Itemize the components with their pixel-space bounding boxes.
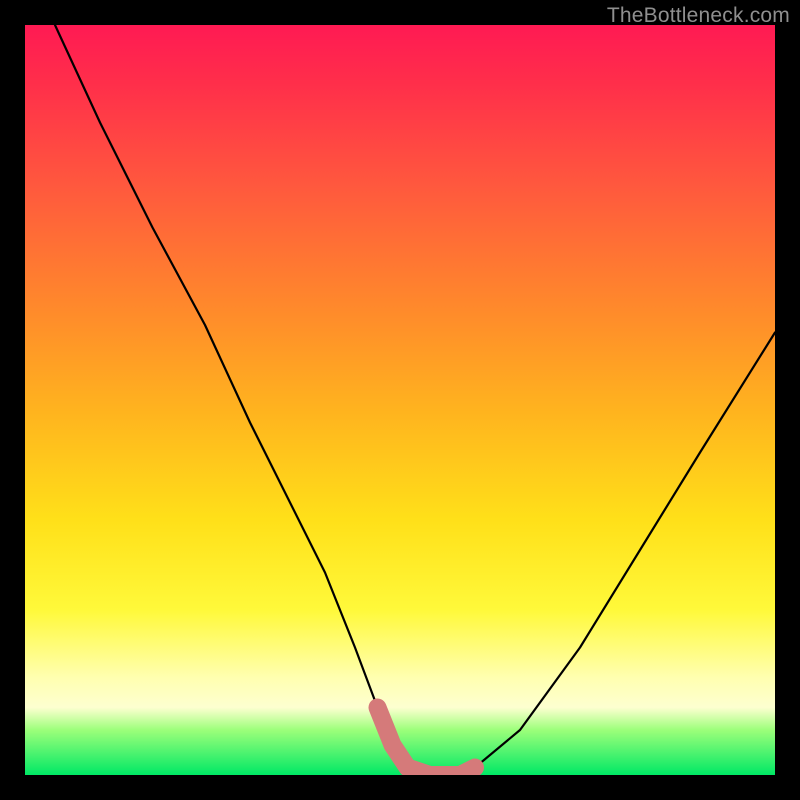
- bottleneck-curve: [25, 25, 775, 775]
- curve-line: [55, 25, 775, 775]
- plot-area: [25, 25, 775, 775]
- watermark-text: TheBottleneck.com: [607, 4, 790, 28]
- chart-frame: TheBottleneck.com: [0, 0, 800, 800]
- flat-zone-marker: [378, 708, 476, 776]
